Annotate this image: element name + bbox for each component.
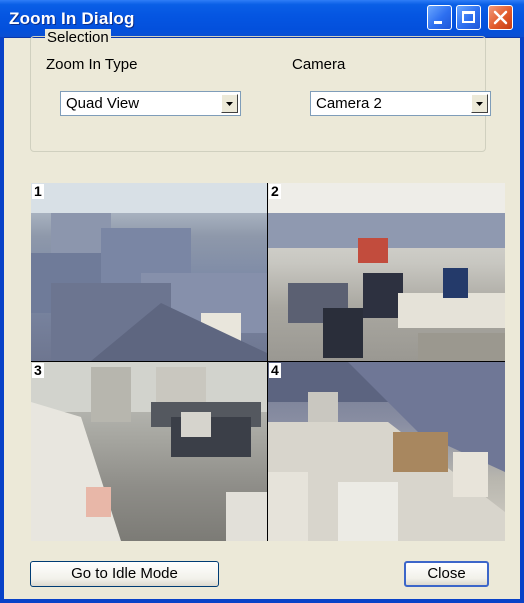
minimize-button[interactable] <box>427 5 452 30</box>
office-workstations-image <box>268 183 505 361</box>
camera-select[interactable]: Camera 2 <box>310 91 491 116</box>
close-button[interactable]: Close <box>404 561 489 587</box>
camera-view-1[interactable]: 1 <box>31 183 267 361</box>
office-cubicles-image <box>31 183 267 361</box>
zoom-in-type-value: Quad View <box>66 95 140 112</box>
camera-view-number: 4 <box>269 362 281 378</box>
window-title: Zoom In Dialog <box>9 9 135 28</box>
camera-view-number: 3 <box>32 362 44 378</box>
zoom-in-type-select[interactable]: Quad View <box>60 91 241 116</box>
window-border-bottom <box>0 599 524 603</box>
go-to-idle-mode-button[interactable]: Go to Idle Mode <box>30 561 219 587</box>
lab-room-image <box>31 362 267 541</box>
camera-dropdown-button[interactable] <box>471 94 488 113</box>
close-icon <box>493 10 508 25</box>
camera-label: Camera <box>292 56 346 73</box>
camera-view-3[interactable]: 3 <box>31 362 267 541</box>
camera-value: Camera 2 <box>316 95 382 112</box>
camera-view-number: 1 <box>32 183 44 199</box>
selection-legend: Selection <box>45 29 111 46</box>
maximize-button[interactable] <box>456 5 481 30</box>
minimize-icon <box>434 21 442 24</box>
camera-view-number: 2 <box>269 183 281 199</box>
camera-view-2[interactable]: 2 <box>268 183 505 361</box>
zoom-in-dialog-window: Zoom In Dialog Selection Zoom In Type Ca… <box>0 0 524 603</box>
close-window-button[interactable] <box>488 5 513 30</box>
quad-view-panel[interactable]: 1 2 3 4 <box>31 183 505 541</box>
camera-view-4[interactable]: 4 <box>268 362 505 541</box>
chevron-down-icon <box>226 102 233 106</box>
chevron-down-icon <box>476 102 483 106</box>
window-border-right <box>520 37 524 603</box>
zoom-in-type-dropdown-button[interactable] <box>221 94 238 113</box>
maximize-icon <box>462 11 475 23</box>
office-desk-image <box>268 362 505 541</box>
zoom-in-type-label: Zoom In Type <box>46 56 138 73</box>
